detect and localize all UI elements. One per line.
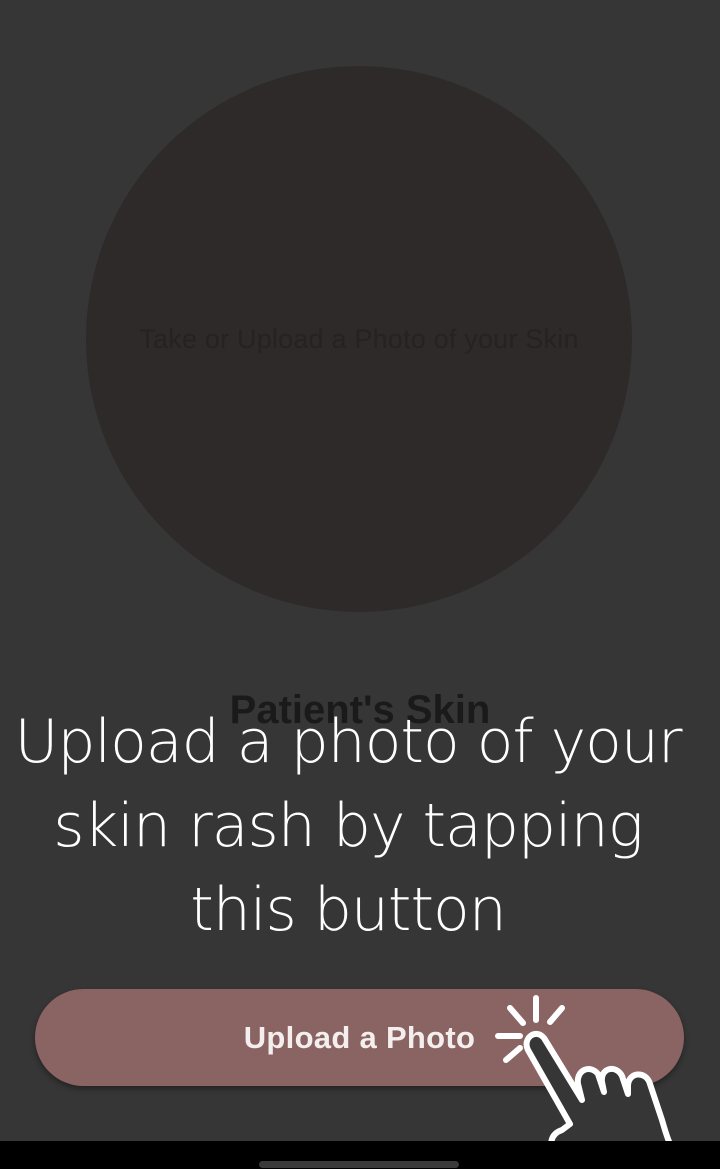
- tap-ray: [507, 1005, 526, 1026]
- photo-placeholder[interactable]: Take or Upload a Photo of your Skin: [86, 66, 632, 612]
- coach-mark-line: skin rash by tapping: [53, 791, 643, 861]
- tap-ray: [503, 1045, 523, 1063]
- tap-ray: [547, 1005, 565, 1025]
- upload-photo-button-label: Upload a Photo: [243, 1019, 476, 1055]
- photo-placeholder-hint: Take or Upload a Photo of your Skin: [139, 323, 579, 354]
- home-gesture-handle[interactable]: [259, 1161, 459, 1168]
- coach-mark-line: Upload a photo of your: [14, 707, 682, 777]
- app-screen: Take or Upload a Photo of your Skin Pati…: [0, 0, 720, 1169]
- coach-mark-line: this button: [190, 875, 506, 945]
- coach-mark-text: Upload a photo of your skin rash by tapp…: [0, 700, 696, 952]
